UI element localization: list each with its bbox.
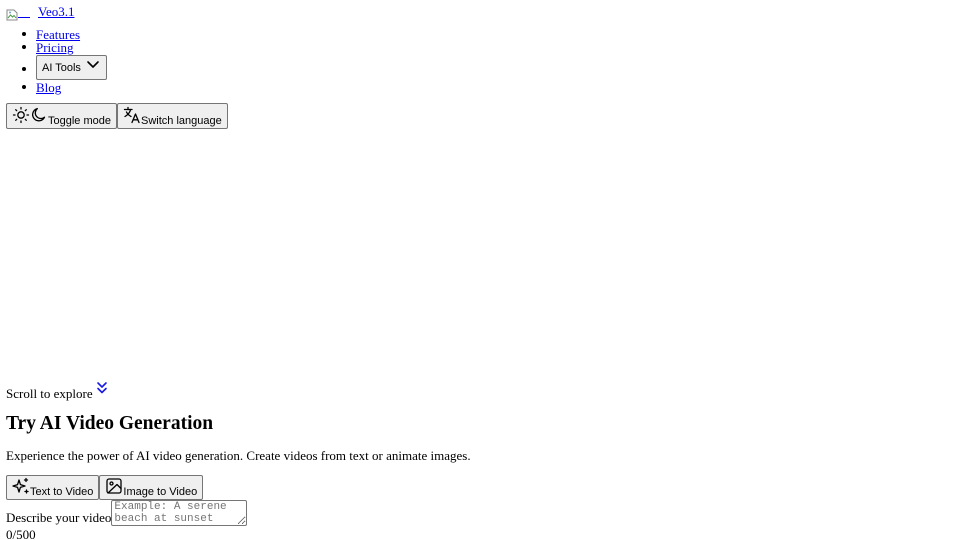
nav-item-blog: Blog: [22, 80, 107, 95]
image-icon: [105, 477, 123, 498]
tab-text-to-video[interactable]: Text to Video: [6, 475, 100, 500]
logo-link-spacer: [18, 7, 30, 18]
prompt-label: Describe your video: [6, 510, 112, 525]
brand-link[interactable]: Veo3.1: [6, 4, 75, 21]
sun-icon: [12, 106, 30, 127]
generator-description: Experience the power of AI video generat…: [6, 448, 471, 463]
main-nav: Features Pricing AI Tools Blog: [22, 28, 107, 95]
page: Veo3.1 Features Pricing AI Tools Blog To…: [0, 0, 960, 540]
chevron-down-icon: [85, 56, 101, 75]
ai-tools-label: AI Tools: [42, 61, 81, 74]
tab-image-to-video[interactable]: Image to Video: [99, 475, 204, 500]
char-count: 0/500: [6, 527, 36, 540]
nav-item-pricing: Pricing: [22, 40, 107, 55]
nav-link-blog[interactable]: Blog: [36, 80, 61, 95]
ai-tools-dropdown-button[interactable]: AI Tools: [36, 55, 107, 80]
nav-item-ai-tools: AI Tools: [22, 54, 107, 81]
toggle-mode-button[interactable]: Toggle mode: [6, 103, 117, 129]
switch-language-button[interactable]: Switch language: [117, 103, 228, 129]
double-chevron-down-icon[interactable]: [96, 381, 108, 399]
switch-language-label: Switch language: [141, 115, 222, 127]
prompt-input[interactable]: [111, 500, 248, 526]
translate-icon: [123, 106, 141, 127]
nav-link-pricing[interactable]: Pricing: [36, 40, 74, 55]
prompt-row: Describe your video: [6, 500, 248, 526]
scroll-hint: Scroll to explore: [6, 381, 108, 402]
scroll-hint-label: Scroll to explore: [6, 386, 93, 401]
broken-image-icon: [6, 9, 18, 21]
toggle-mode-label: Toggle mode: [48, 115, 111, 127]
sparkles-icon: [12, 477, 30, 498]
header-controls: Toggle mode Switch language: [6, 103, 228, 129]
brand-name: Veo3.1: [38, 4, 75, 19]
generation-mode-tabs: Text to Video Image to Video: [6, 475, 204, 500]
moon-icon: [30, 106, 48, 127]
generator-title: Try AI Video Generation: [6, 413, 214, 434]
tab-text-to-video-label: Text to Video: [30, 486, 94, 498]
tab-image-to-video-label: Image to Video: [123, 486, 198, 498]
